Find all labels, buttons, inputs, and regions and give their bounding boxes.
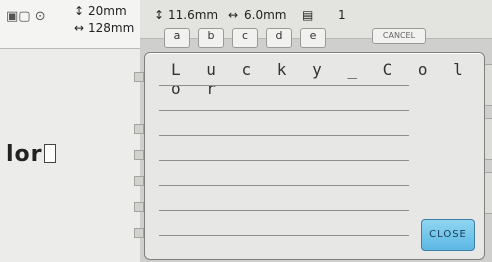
key-e[interactable]: e xyxy=(300,28,326,48)
width-icon: ↔ xyxy=(74,21,85,35)
line-divider xyxy=(159,135,409,136)
cursor-icon xyxy=(43,144,56,163)
line-divider xyxy=(159,210,409,211)
char-width-value: 6.0mm xyxy=(244,8,287,22)
top-status-bar: ↕ 11.6mm ↔ 6.0mm ▤ 1 a b c d e CANCEL xyxy=(140,0,492,48)
key-c[interactable]: c xyxy=(232,28,258,48)
preview-text: lor xyxy=(6,142,43,167)
cancel-button[interactable]: CANCEL xyxy=(372,28,426,44)
thread-count-icon: ▤ xyxy=(302,8,314,22)
line-divider xyxy=(159,185,409,186)
height-value: 20mm xyxy=(88,4,127,18)
thread-icons: ▣▢ ⊙ xyxy=(6,9,46,24)
close-button[interactable]: CLOSE xyxy=(421,219,475,251)
char-height-icon: ↕ xyxy=(154,8,165,22)
scroll-tick xyxy=(134,228,144,238)
key-b[interactable]: b xyxy=(198,28,224,48)
line-divider xyxy=(159,160,409,161)
text-preview-dialog: L u c k y _ C o l o r CLOSE xyxy=(144,52,485,260)
line-divider xyxy=(159,235,409,236)
line-divider xyxy=(159,110,409,111)
size-info: ▣▢ ⊙ ↕ 20mm ↔ 128mm xyxy=(0,0,140,49)
scroll-tick xyxy=(134,176,144,186)
left-panel: ▣▢ ⊙ ↕ 20mm ↔ 128mm lor xyxy=(0,0,140,262)
char-width-icon: ↔ xyxy=(228,8,239,22)
scroll-tick xyxy=(134,150,144,160)
scroll-tick xyxy=(134,124,144,134)
char-height-value: 11.6mm xyxy=(168,8,219,22)
text-line-1: L u c k y _ C o l o r xyxy=(171,60,471,98)
line-divider xyxy=(159,85,409,86)
key-a[interactable]: a xyxy=(164,28,190,48)
key-d[interactable]: d xyxy=(266,28,292,48)
scroll-tick xyxy=(134,202,144,212)
thread-count-value: 1 xyxy=(338,8,346,22)
width-value: 128mm xyxy=(88,21,135,35)
height-icon: ↕ xyxy=(74,4,85,18)
scroll-tick xyxy=(134,72,144,82)
pattern-preview-text: lor xyxy=(6,142,56,167)
